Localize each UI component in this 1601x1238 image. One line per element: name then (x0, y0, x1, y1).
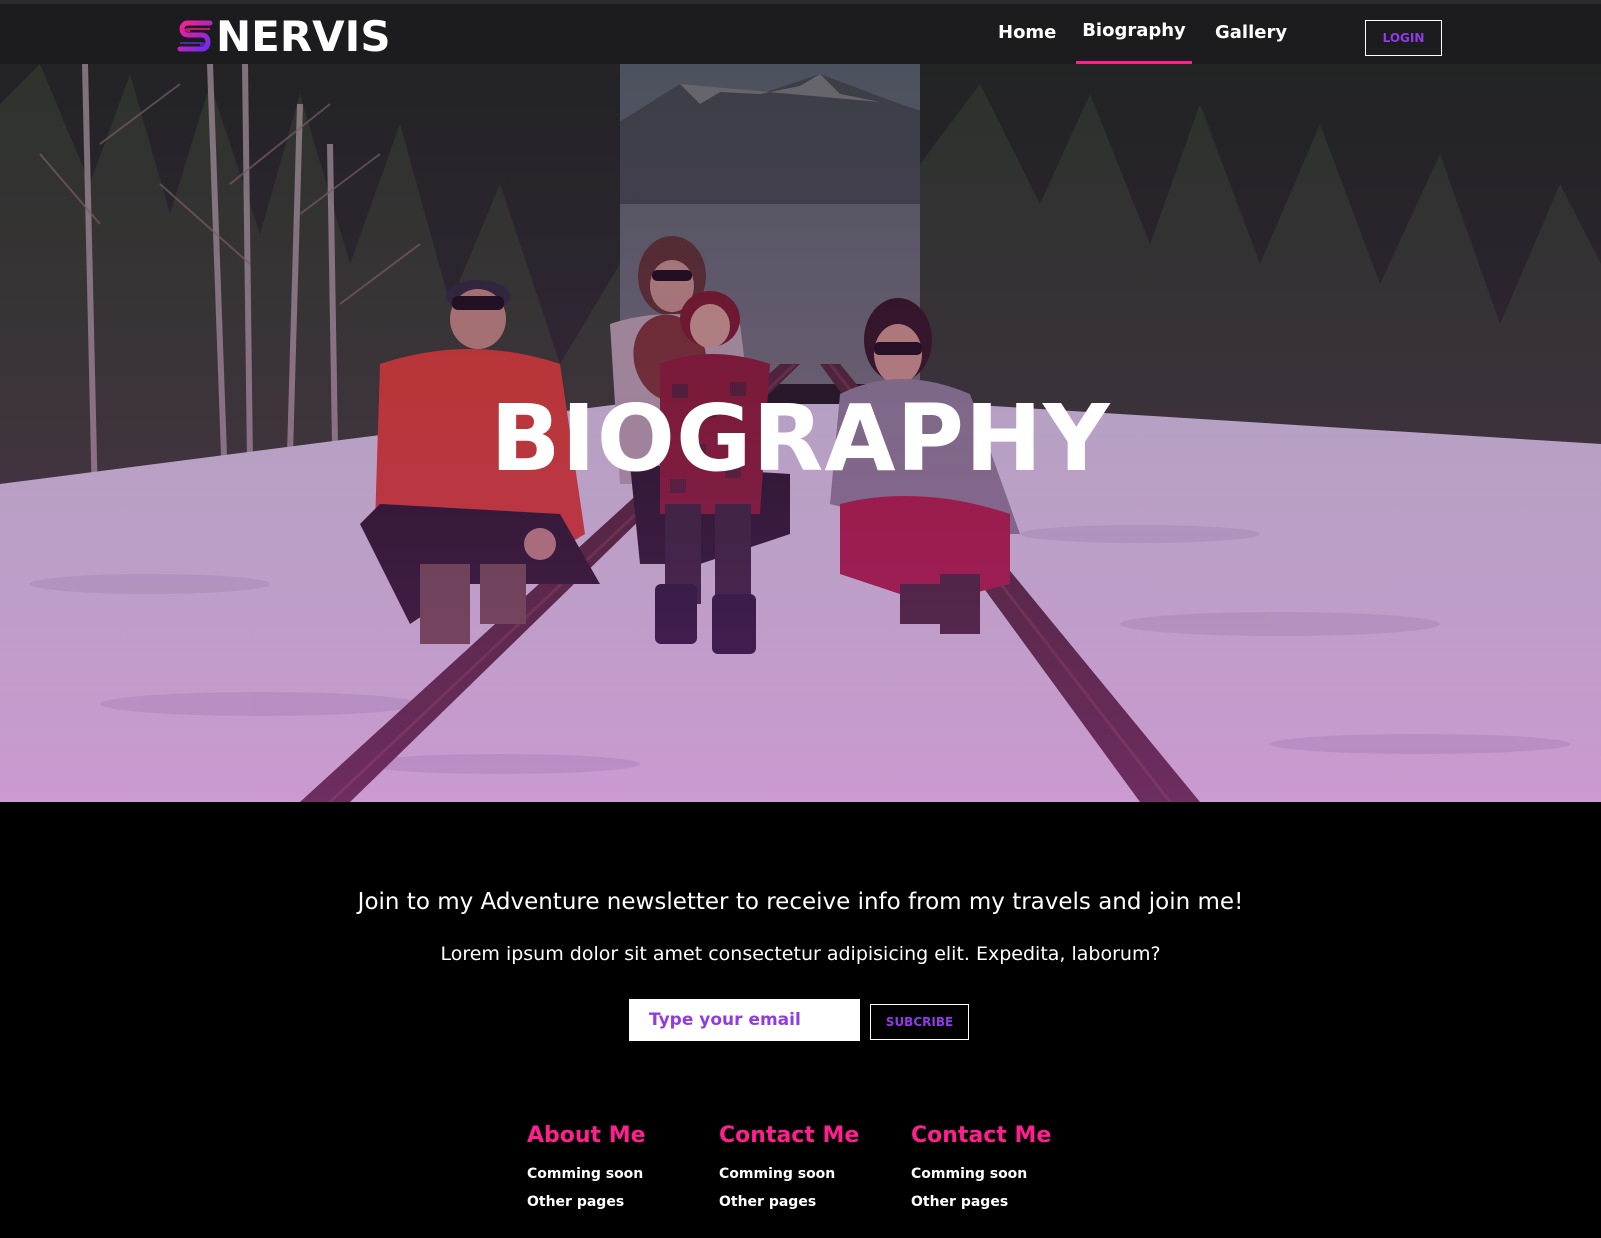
top-navbar: NERVIS Home Biography Gallery LOGIN (0, 0, 1601, 65)
footer-column-about: About Me Comming soon Other pages (527, 1120, 707, 1216)
nav-biography[interactable]: Biography (1076, 16, 1192, 62)
email-input[interactable] (629, 999, 860, 1041)
footer-column-contact: Contact Me Comming soon Other pages (719, 1120, 899, 1216)
subscribe-button[interactable]: SUBCRIBE (870, 1004, 969, 1040)
footer-column-title: Contact Me (911, 1123, 1052, 1148)
page: NERVIS Home Biography Gallery LOGIN BIOG… (0, 0, 1601, 1238)
hero-banner: BIOGRAPHY (0, 64, 1601, 802)
footer-link-other-pages[interactable]: Other pages (911, 1188, 1091, 1216)
footer-link-coming-soon[interactable]: Comming soon (911, 1160, 1091, 1188)
nav-home[interactable]: Home (998, 18, 1056, 64)
footer-column-contact-2: Contact Me Comming soon Other pages (911, 1120, 1091, 1216)
footer-link-coming-soon[interactable]: Comming soon (719, 1160, 899, 1188)
hero-title: BIOGRAPHY (490, 385, 1111, 492)
newsletter-heading: Join to my Adventure newsletter to recei… (357, 889, 1244, 915)
nav-gallery[interactable]: Gallery (1215, 18, 1287, 64)
footer-column-title: About Me (527, 1123, 646, 1148)
newsletter-subtext: Lorem ipsum dolor sit amet consectetur a… (440, 943, 1161, 965)
login-button[interactable]: LOGIN (1365, 20, 1442, 56)
footer-column-title: Contact Me (719, 1123, 860, 1148)
logo-mark-icon (177, 20, 213, 52)
logo-text: NERVIS (216, 12, 391, 61)
footer-link-other-pages[interactable]: Other pages (719, 1188, 899, 1216)
logo[interactable]: NERVIS (176, 14, 391, 60)
footer-link-other-pages[interactable]: Other pages (527, 1188, 707, 1216)
footer-link-coming-soon[interactable]: Comming soon (527, 1160, 707, 1188)
